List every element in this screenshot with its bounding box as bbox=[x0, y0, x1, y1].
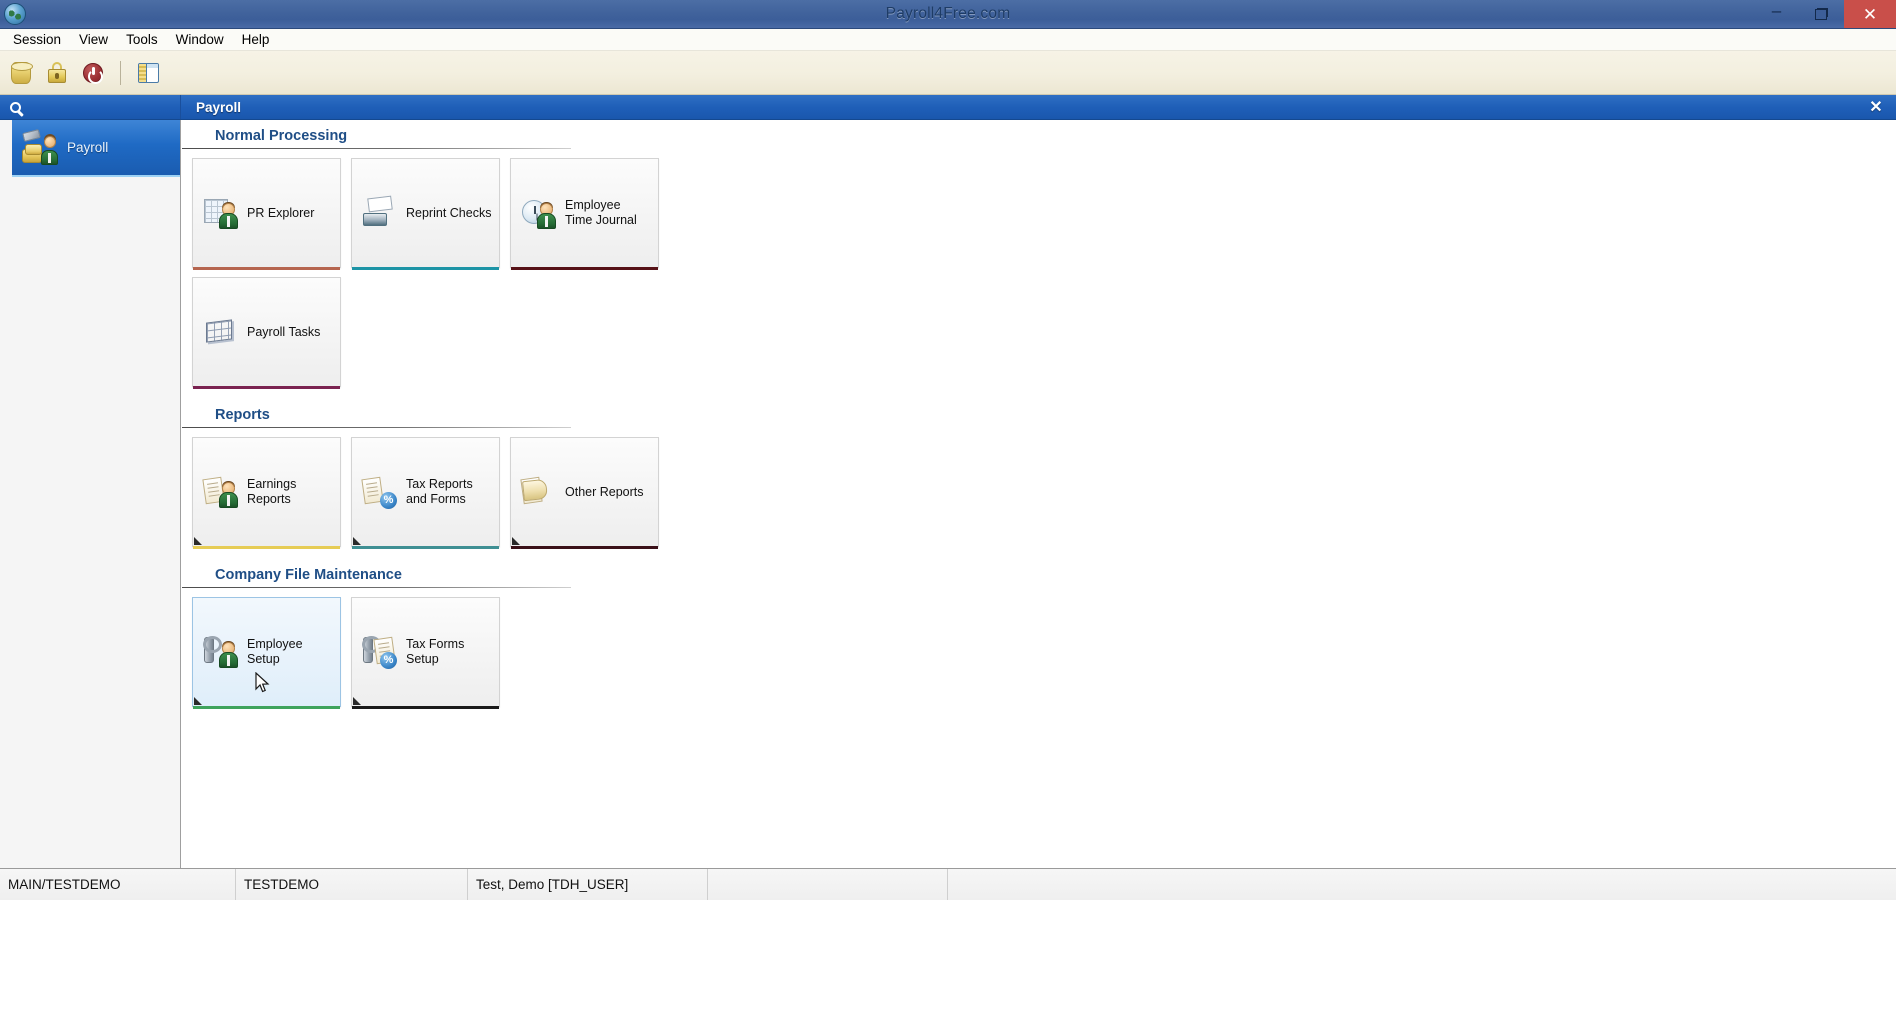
statusbar: MAIN/TESTDEMO TESTDEMO Test, Demo [TDH_U… bbox=[0, 868, 1896, 900]
sidebar-item-payroll[interactable]: Payroll bbox=[12, 120, 180, 177]
tab-payroll[interactable]: Payroll bbox=[181, 95, 1856, 119]
status-cell-extra-2 bbox=[948, 869, 1896, 900]
menu-item-window[interactable]: Window bbox=[167, 30, 233, 50]
status-cell-user: Test, Demo [TDH_USER] bbox=[468, 869, 708, 900]
tile-accent-bar bbox=[352, 267, 499, 270]
sidebar-search-box[interactable] bbox=[0, 95, 181, 119]
tile-pr-explorer[interactable]: PR Explorer bbox=[192, 158, 341, 268]
menu-item-session[interactable]: Session bbox=[4, 30, 70, 50]
database-icon bbox=[11, 62, 31, 84]
toolbar bbox=[0, 51, 1896, 95]
lock-button[interactable] bbox=[44, 60, 70, 86]
pr-explorer-icon bbox=[204, 196, 238, 230]
tile-label: Reprint Checks bbox=[406, 206, 491, 221]
group-company-file-maintenance: Company File Maintenance Employee Setup bbox=[181, 559, 1896, 707]
mouse-cursor bbox=[255, 672, 270, 694]
status-cell-environment: MAIN/TESTDEMO bbox=[0, 869, 236, 900]
menu-item-view[interactable]: View bbox=[70, 30, 117, 50]
other-reports-icon bbox=[522, 475, 556, 509]
window-controls: – ✕ bbox=[1754, 0, 1896, 28]
close-button[interactable]: ✕ bbox=[1844, 0, 1896, 28]
tile-corner-marker bbox=[353, 697, 361, 705]
tile-accent-bar bbox=[193, 386, 340, 389]
tile-accent-bar bbox=[193, 267, 340, 270]
tile-other-reports[interactable]: Other Reports bbox=[510, 437, 659, 547]
payroll-tasks-icon bbox=[204, 315, 238, 349]
content-pane: Normal Processing PR Explorer bbox=[181, 120, 1896, 868]
tile-accent-bar bbox=[352, 546, 499, 549]
sidebar: Payroll bbox=[0, 120, 181, 868]
menubar: Session View Tools Window Help bbox=[0, 29, 1896, 51]
earnings-reports-icon bbox=[204, 475, 238, 509]
lock-keyhole-icon bbox=[55, 73, 59, 79]
status-cell-extra-1 bbox=[708, 869, 948, 900]
employee-time-journal-icon bbox=[522, 196, 556, 230]
search-icon bbox=[10, 102, 21, 113]
tile-row: Payroll Tasks bbox=[181, 268, 1896, 387]
group-reports: Reports Earnings Reports % bbox=[181, 399, 1896, 547]
minimize-button[interactable]: – bbox=[1754, 0, 1799, 28]
tile-reprint-checks[interactable]: Reprint Checks bbox=[351, 158, 500, 268]
menu-item-help[interactable]: Help bbox=[233, 30, 279, 50]
database-button[interactable] bbox=[8, 60, 34, 86]
window-title: Payroll4Free.com bbox=[0, 5, 1896, 23]
tile-row: PR Explorer Reprint Checks bbox=[181, 149, 1896, 268]
tile-accent-bar bbox=[511, 267, 658, 270]
tile-corner-marker bbox=[194, 697, 202, 705]
toolbar-separator bbox=[120, 61, 121, 85]
group-title: Normal Processing bbox=[181, 120, 1896, 148]
tax-forms-setup-icon: % bbox=[363, 635, 397, 669]
tile-label: Payroll Tasks bbox=[247, 325, 320, 340]
menu-item-tools[interactable]: Tools bbox=[117, 30, 167, 50]
tile-accent-bar bbox=[511, 546, 658, 549]
tab-strip: Payroll ✕ bbox=[0, 95, 1896, 120]
tile-employee-setup[interactable]: Employee Setup bbox=[192, 597, 341, 707]
tile-earnings-reports[interactable]: Earnings Reports bbox=[192, 437, 341, 547]
power-button[interactable] bbox=[80, 60, 106, 86]
tile-corner-marker bbox=[353, 537, 361, 545]
tile-accent-bar bbox=[193, 546, 340, 549]
panel-toggle-button[interactable] bbox=[135, 60, 161, 86]
tile-tax-reports-and-forms[interactable]: % Tax Reports and Forms bbox=[351, 437, 500, 547]
tile-payroll-tasks[interactable]: Payroll Tasks bbox=[192, 277, 341, 387]
tile-tax-forms-setup[interactable]: % Tax Forms Setup bbox=[351, 597, 500, 707]
tile-row: Employee Setup % Tax Forms bbox=[181, 588, 1896, 707]
tile-label: Earnings Reports bbox=[247, 477, 333, 507]
tab-close-button[interactable]: ✕ bbox=[1856, 95, 1896, 119]
status-cell-company: TESTDEMO bbox=[236, 869, 468, 900]
workspace: Payroll Normal Processing PR Explorer bbox=[0, 120, 1896, 868]
tile-label: Employee Time Journal bbox=[565, 198, 651, 228]
power-icon bbox=[83, 63, 103, 83]
payroll-icon bbox=[22, 131, 58, 165]
tile-label: Other Reports bbox=[565, 485, 644, 500]
group-normal-processing: Normal Processing PR Explorer bbox=[181, 120, 1896, 387]
tile-accent-bar bbox=[193, 706, 340, 709]
tile-accent-bar bbox=[352, 706, 499, 709]
tile-label: PR Explorer bbox=[247, 206, 314, 221]
tile-label: Employee Setup bbox=[247, 637, 333, 667]
tile-corner-marker bbox=[512, 537, 520, 545]
tile-label: Tax Forms Setup bbox=[406, 637, 492, 667]
tile-label: Tax Reports and Forms bbox=[406, 477, 492, 507]
tile-corner-marker bbox=[194, 537, 202, 545]
window-titlebar: Payroll4Free.com – ✕ bbox=[0, 0, 1896, 29]
employee-setup-icon bbox=[204, 635, 238, 669]
restore-icon bbox=[1815, 8, 1828, 20]
tile-employee-time-journal[interactable]: Employee Time Journal bbox=[510, 158, 659, 268]
restore-button[interactable] bbox=[1799, 0, 1844, 28]
tax-reports-forms-icon: % bbox=[363, 475, 397, 509]
reprint-checks-icon bbox=[363, 196, 397, 230]
panel-toggle-icon bbox=[138, 63, 159, 83]
group-title: Company File Maintenance bbox=[181, 559, 1896, 587]
group-title: Reports bbox=[181, 399, 1896, 427]
sidebar-item-label: Payroll bbox=[67, 140, 108, 155]
tile-row: Earnings Reports % Tax Reports and Forms bbox=[181, 428, 1896, 547]
app-globe-icon bbox=[4, 3, 26, 25]
